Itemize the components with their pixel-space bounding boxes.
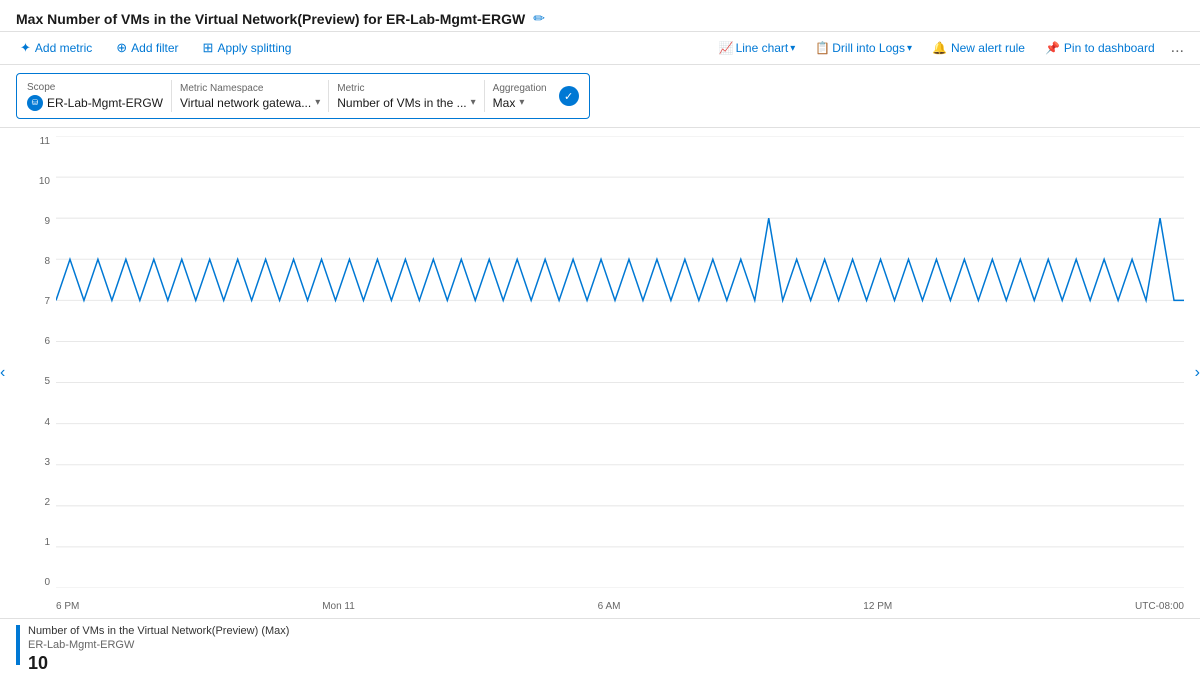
legend-title: Number of VMs in the Virtual Network(Pre… xyxy=(28,625,289,637)
more-options-button[interactable]: ... xyxy=(1171,39,1184,57)
line-chart-icon: 📈 xyxy=(719,41,734,55)
toolbar-left: ✦ Add metric ⊕ Add filter ⊞ Apply splitt… xyxy=(16,38,295,58)
aggregation-value-container[interactable]: Max ▾ xyxy=(493,96,547,110)
y-label-1: 1 xyxy=(16,537,56,548)
y-label-4: 4 xyxy=(16,417,56,428)
scope-value[interactable]: ER-Lab-Mgmt-ERGW xyxy=(47,96,163,110)
pin-to-dashboard-button[interactable]: 📌 Pin to dashboard xyxy=(1041,39,1159,57)
divider-3 xyxy=(484,80,485,112)
legend-value: 10 xyxy=(28,653,289,674)
line-chart-button[interactable]: 📈 Line chart ▾ xyxy=(715,39,800,57)
x-label-6pm: 6 PM xyxy=(56,601,79,612)
apply-splitting-button[interactable]: ⊞ Apply splitting xyxy=(199,38,296,58)
x-label-utc: UTC-08:00 xyxy=(1135,601,1184,612)
apply-splitting-icon: ⊞ xyxy=(203,40,214,56)
drill-logs-chevron: ▾ xyxy=(907,43,912,54)
y-label-10: 10 xyxy=(16,176,56,187)
scope-label: Scope xyxy=(27,82,163,93)
metric-value: Number of VMs in the ... xyxy=(337,96,466,110)
chart-nav-left[interactable]: ‹ xyxy=(0,364,5,382)
page-title: Max Number of VMs in the Virtual Network… xyxy=(16,11,525,27)
chart-container: ‹ › 11 10 9 8 7 6 5 4 3 2 1 0 xyxy=(0,128,1200,618)
scope-value-container: ⛁ ER-Lab-Mgmt-ERGW xyxy=(27,95,163,111)
aggregation-value: Max xyxy=(493,96,516,110)
drill-logs-icon: 📋 xyxy=(815,41,830,55)
y-label-6: 6 xyxy=(16,336,56,347)
chart-area: 11 10 9 8 7 6 5 4 3 2 1 0 xyxy=(16,136,1184,618)
divider-2 xyxy=(328,80,329,112)
metric-selector-row: Scope ⛁ ER-Lab-Mgmt-ERGW Metric Namespac… xyxy=(0,65,1200,128)
chart-inner xyxy=(56,136,1184,588)
y-label-2: 2 xyxy=(16,497,56,508)
alert-icon: 🔔 xyxy=(932,41,947,55)
y-label-5: 5 xyxy=(16,376,56,387)
y-label-11: 11 xyxy=(16,136,56,147)
namespace-dropdown-icon: ▾ xyxy=(315,97,320,108)
namespace-section: Metric Namespace Virtual network gatewa.… xyxy=(180,83,320,110)
x-label-6am: 6 AM xyxy=(598,601,621,612)
page-header: Max Number of VMs in the Virtual Network… xyxy=(0,0,1200,32)
namespace-value-container[interactable]: Virtual network gatewa... ▾ xyxy=(180,96,320,110)
metric-value-container[interactable]: Number of VMs in the ... ▾ xyxy=(337,96,475,110)
toolbar-right: 📈 Line chart ▾ 📋 Drill into Logs ▾ 🔔 New… xyxy=(715,39,1184,57)
x-label-12pm: 12 PM xyxy=(863,601,892,612)
scope-section: Scope ⛁ ER-Lab-Mgmt-ERGW xyxy=(27,82,163,111)
metric-card: Scope ⛁ ER-Lab-Mgmt-ERGW Metric Namespac… xyxy=(16,73,590,119)
toolbar: ✦ Add metric ⊕ Add filter ⊞ Apply splitt… xyxy=(0,32,1200,65)
add-metric-icon: ✦ xyxy=(20,40,31,56)
add-filter-icon: ⊕ xyxy=(116,40,127,56)
y-label-0: 0 xyxy=(16,577,56,588)
y-label-9: 9 xyxy=(16,216,56,227)
add-filter-button[interactable]: ⊕ Add filter xyxy=(112,38,182,58)
scope-icon: ⛁ xyxy=(27,95,43,111)
line-chart-chevron: ▾ xyxy=(790,43,795,54)
x-axis: 6 PM Mon 11 6 AM 12 PM UTC-08:00 xyxy=(56,594,1184,618)
y-label-3: 3 xyxy=(16,457,56,468)
metric-section: Metric Number of VMs in the ... ▾ xyxy=(337,83,475,110)
edit-title-icon[interactable]: ✏ xyxy=(533,10,545,27)
legend-color-bar xyxy=(16,625,20,665)
aggregation-section: Aggregation Max ▾ xyxy=(493,83,547,110)
pin-icon: 📌 xyxy=(1045,41,1060,55)
new-alert-rule-button[interactable]: 🔔 New alert rule xyxy=(928,39,1029,57)
metric-dropdown-icon: ▾ xyxy=(471,97,476,108)
chart-nav-right[interactable]: › xyxy=(1195,364,1200,382)
aggregation-dropdown-icon: ▾ xyxy=(519,97,524,108)
x-label-mon11: Mon 11 xyxy=(322,601,355,612)
drill-into-logs-button[interactable]: 📋 Drill into Logs ▾ xyxy=(811,39,916,57)
aggregation-label: Aggregation xyxy=(493,83,547,94)
metric-label: Metric xyxy=(337,83,475,94)
add-metric-button[interactable]: ✦ Add metric xyxy=(16,38,96,58)
confirm-metric-button[interactable]: ✓ xyxy=(559,86,579,106)
legend-area: Number of VMs in the Virtual Network(Pre… xyxy=(0,618,1200,680)
y-label-8: 8 xyxy=(16,256,56,267)
y-axis: 11 10 9 8 7 6 5 4 3 2 1 0 xyxy=(16,136,56,588)
namespace-value: Virtual network gatewa... xyxy=(180,96,311,110)
legend-subtitle: ER-Lab-Mgmt-ERGW xyxy=(28,639,289,651)
legend-text: Number of VMs in the Virtual Network(Pre… xyxy=(28,625,289,674)
chart-svg xyxy=(56,136,1184,588)
divider-1 xyxy=(171,80,172,112)
namespace-label: Metric Namespace xyxy=(180,83,320,94)
y-label-7: 7 xyxy=(16,296,56,307)
